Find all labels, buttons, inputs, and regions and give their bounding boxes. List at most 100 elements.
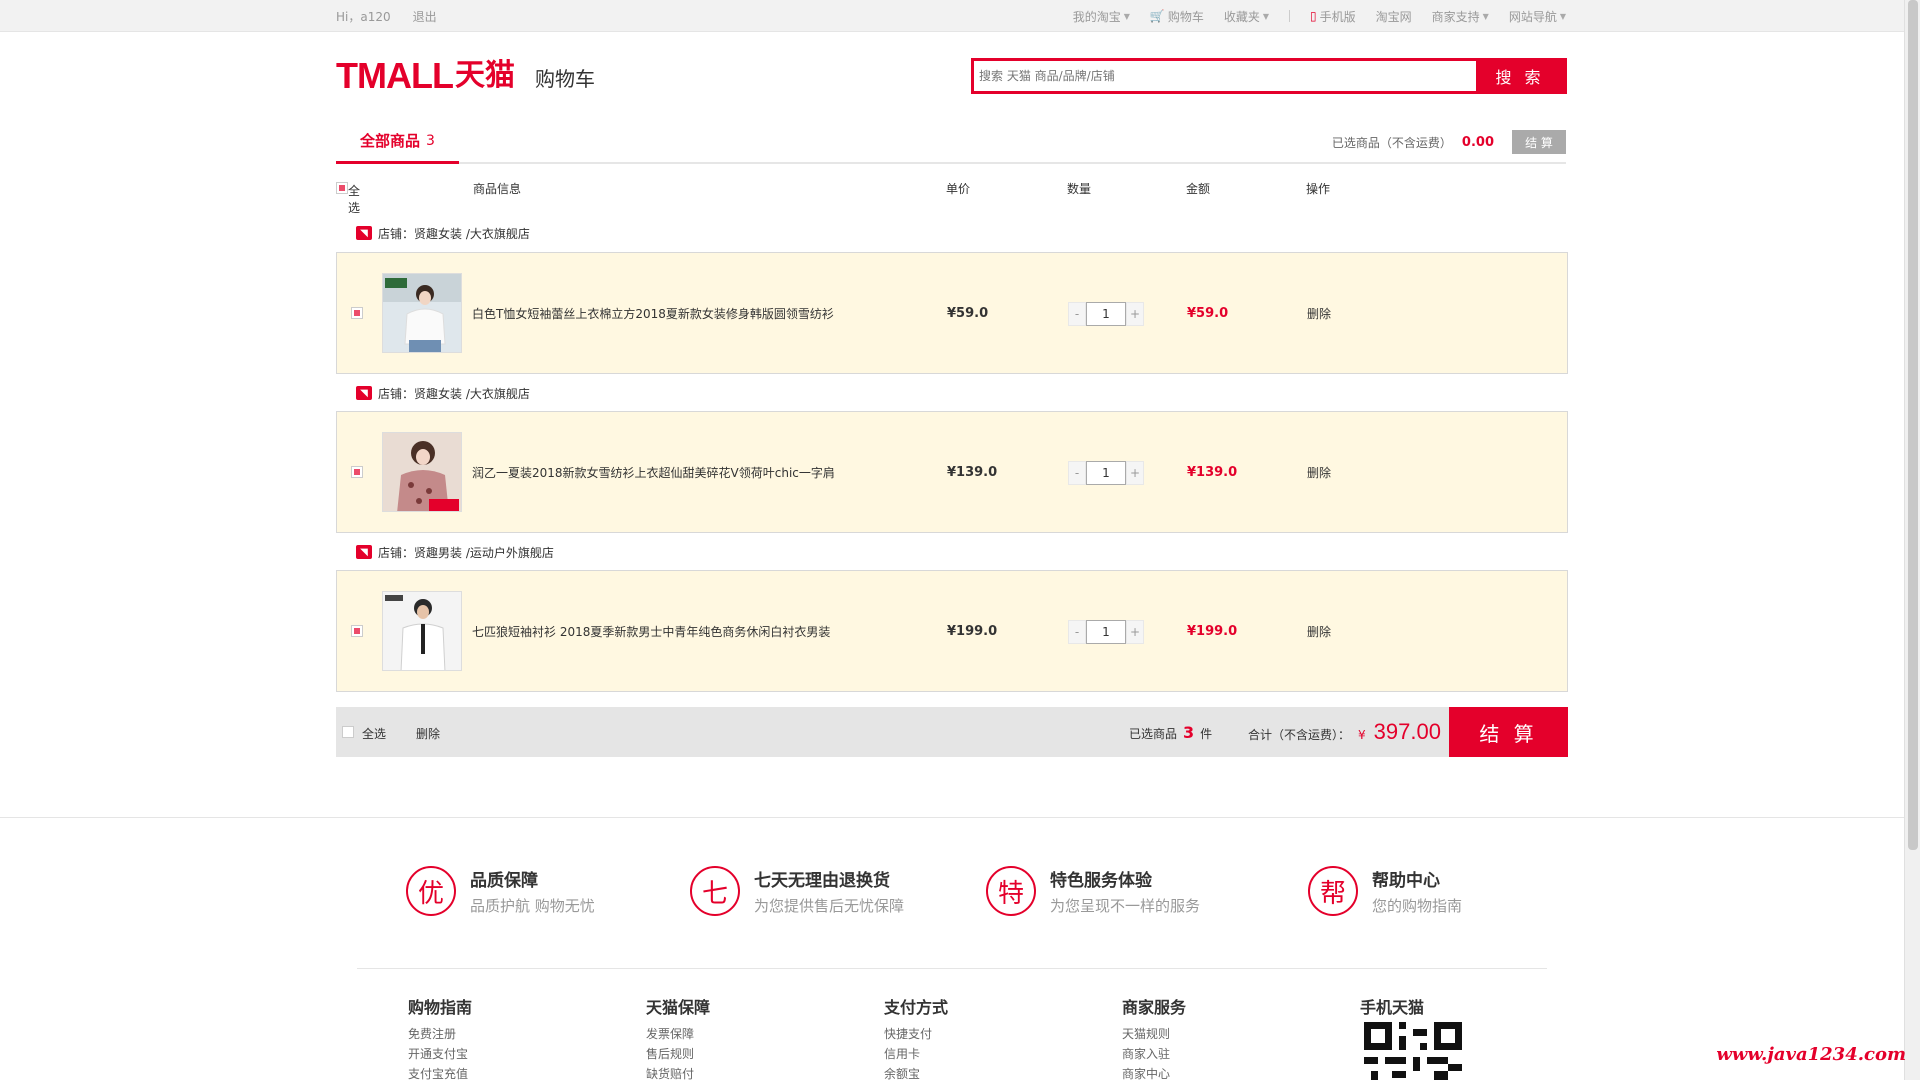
checkout-small-button[interactable]: 结 算: [1512, 130, 1566, 154]
product-image[interactable]: [382, 273, 462, 353]
footer-link[interactable]: 开通支付宝: [408, 1044, 472, 1064]
selected-count: 已选商品 3 件: [1129, 723, 1212, 742]
col-quantity: 数量: [1067, 182, 1092, 196]
guarantee-title: 帮助中心: [1372, 871, 1440, 891]
shop-line: ◥ 店铺：贤趣男装 /运动户外旗舰店: [356, 543, 554, 561]
scrollbar-thumb[interactable]: [1908, 0, 1918, 850]
footer-link[interactable]: 免费注册: [408, 1024, 472, 1044]
delete-link[interactable]: 删除: [1307, 623, 1331, 640]
search-button[interactable]: 搜 索: [1476, 61, 1564, 91]
footer-link[interactable]: 支付宝充值: [408, 1064, 472, 1080]
footer-link[interactable]: 快捷支付: [884, 1024, 948, 1044]
total-summary: 合计（不含运费）： ¥ 397.00: [1248, 719, 1441, 745]
product-image[interactable]: [382, 591, 462, 671]
footer-divider: [357, 968, 1547, 969]
delete-link[interactable]: 删除: [1307, 305, 1331, 322]
phone-icon: ▯: [1310, 9, 1317, 23]
increase-button[interactable]: +: [1126, 302, 1144, 326]
unit-price: ¥199.0: [947, 624, 998, 639]
cart-label: 购物车: [1167, 9, 1204, 24]
footer-link[interactable]: 售后规则: [646, 1044, 710, 1064]
footer-column-title: 手机天猫: [1360, 998, 1425, 1017]
footer-link[interactable]: 天猫规则: [1122, 1024, 1186, 1044]
tmall-logo[interactable]: TMALL 天猫 购物车: [336, 58, 595, 94]
product-image[interactable]: [382, 432, 462, 512]
greeting-text: Hi，a120: [336, 9, 391, 24]
product-name[interactable]: 润乙一夏装2018新款女雪纺衫上衣超仙甜美碎花V领荷叶chic一字肩: [472, 464, 872, 481]
shop-name[interactable]: 店铺：贤趣女装 /大衣旗舰店: [378, 225, 530, 242]
chevron-down-icon: ▼: [1482, 11, 1489, 21]
decrease-button[interactable]: -: [1068, 620, 1086, 644]
item-total: ¥139.0: [1187, 465, 1238, 480]
merchant-support-link[interactable]: 商家支持 ▼: [1432, 8, 1489, 25]
product-name[interactable]: 白色T恤女短袖蕾丝上衣棉立方2018夏新款女装修身韩版圆领雪纺衫: [472, 305, 872, 322]
select-all-label-bottom[interactable]: 全选: [362, 725, 386, 742]
guarantee-item[interactable]: 帮 帮助中心 您的购物指南: [1308, 866, 1462, 916]
cart-link[interactable]: 🛒 购物车: [1150, 8, 1204, 25]
taobao-link[interactable]: 淘宝网: [1376, 8, 1412, 25]
favorites-link[interactable]: 收藏夹 ▼: [1224, 8, 1269, 25]
tab-all-label: 全部商品: [360, 132, 421, 150]
taobao-label: 淘宝网: [1375, 9, 1412, 24]
select-all-checkbox-bottom[interactable]: [342, 726, 354, 738]
footer-link[interactable]: 发票保障: [646, 1024, 710, 1044]
item-checkbox[interactable]: [351, 307, 363, 319]
selected-unit: 件: [1200, 727, 1213, 741]
tab-all-count: 3: [426, 132, 435, 149]
decrease-button[interactable]: -: [1068, 461, 1086, 485]
guarantee-item[interactable]: 特 特色服务体验 为您呈现不一样的服务: [986, 866, 1200, 916]
shop-line: ◥ 店铺：贤趣女装 /大衣旗舰店: [356, 384, 530, 402]
tab-all-items[interactable]: 全部商品 3: [336, 120, 459, 164]
search-input[interactable]: [974, 61, 1476, 91]
guarantee-sub: 为您提供售后无忧保障: [754, 897, 905, 915]
increase-button[interactable]: +: [1126, 461, 1144, 485]
quantity-stepper: - 1 +: [1068, 461, 1144, 485]
shop-name[interactable]: 店铺：贤趣男装 /运动户外旗舰店: [378, 544, 554, 561]
mobile-link[interactable]: ▯ 手机版: [1310, 8, 1356, 25]
quantity-stepper: - 1 +: [1068, 302, 1144, 326]
col-amount: 金额: [1186, 182, 1211, 196]
delete-link[interactable]: 删除: [1307, 464, 1331, 481]
guarantee-item[interactable]: 优 品质保障 品质护航 购物无忧: [406, 866, 595, 916]
footer-link[interactable]: 信用卡: [884, 1044, 948, 1064]
footer-link[interactable]: 余额宝: [884, 1064, 948, 1080]
footer-column: 商家服务 天猫规则 商家入驻 商家中心: [1122, 994, 1186, 1080]
select-all-header[interactable]: 全选: [336, 180, 360, 215]
quantity-input[interactable]: 1: [1086, 461, 1126, 485]
shop-name[interactable]: 店铺：贤趣女装 /大衣旗舰店: [378, 385, 530, 402]
cart-tabs: 全部商品 3 已选商品（不含运费） 0.00 结 算: [336, 120, 1566, 164]
top-bar-right: 我的淘宝 ▼ 🛒 购物车 收藏夹 ▼ ▯ 手机版 淘宝网 商家支持 ▼ 网站导航 ▼: [1073, 8, 1566, 25]
cart-icon: 🛒: [1149, 9, 1165, 23]
logo-cn: 天猫: [454, 58, 515, 93]
checkout-bar: 全选 删除 已选商品 3 件 合计（不含运费）： ¥ 397.00 结 算: [336, 707, 1568, 757]
col-unit-price: 单价: [946, 182, 971, 196]
quantity-input[interactable]: 1: [1086, 302, 1126, 326]
increase-button[interactable]: +: [1126, 620, 1144, 644]
quality-icon: 优: [406, 866, 456, 916]
my-taobao-label: 我的淘宝: [1072, 9, 1121, 24]
footer-link[interactable]: 商家入驻: [1122, 1044, 1186, 1064]
quantity-input[interactable]: 1: [1086, 620, 1126, 644]
footer-link[interactable]: 商家中心: [1122, 1064, 1186, 1080]
guarantee-sub: 品质护航 购物无忧: [470, 897, 595, 915]
decrease-button[interactable]: -: [1068, 302, 1086, 326]
page-title: 购物车: [534, 67, 595, 91]
site-nav-link[interactable]: 网站导航 ▼: [1509, 8, 1566, 25]
logo-en: TMALL: [336, 55, 454, 96]
my-taobao-link[interactable]: 我的淘宝 ▼: [1073, 8, 1130, 25]
unit-price: ¥139.0: [947, 465, 998, 480]
top-bar: Hi，a120 退出 我的淘宝 ▼ 🛒 购物车 收藏夹 ▼ ▯ 手机版 淘宝网 商家支持…: [0, 0, 1904, 32]
product-name[interactable]: 七匹狼短袖衬衫 2018夏季新款男士中青年纯色商务休闲白衬衣男装: [472, 623, 872, 640]
site-nav-label: 网站导航: [1508, 9, 1557, 24]
guarantee-item[interactable]: 七 七天无理由退换货 为您提供售后无忧保障: [690, 866, 904, 916]
logout-link[interactable]: 退出: [413, 8, 437, 25]
footer-link[interactable]: 缺货赔付: [646, 1064, 710, 1080]
footer-column: 支付方式 快捷支付 信用卡 余额宝: [884, 994, 948, 1080]
item-checkbox[interactable]: [351, 466, 363, 478]
select-all-checkbox[interactable]: [336, 181, 348, 194]
page-scrollbar[interactable]: [1904, 0, 1920, 1080]
checkout-button[interactable]: 结 算: [1449, 707, 1568, 757]
delete-selected-link[interactable]: 删除: [416, 725, 440, 742]
footer-column: 天猫保障 发票保障 售后规则 缺货赔付: [646, 994, 710, 1080]
item-checkbox[interactable]: [351, 625, 363, 637]
